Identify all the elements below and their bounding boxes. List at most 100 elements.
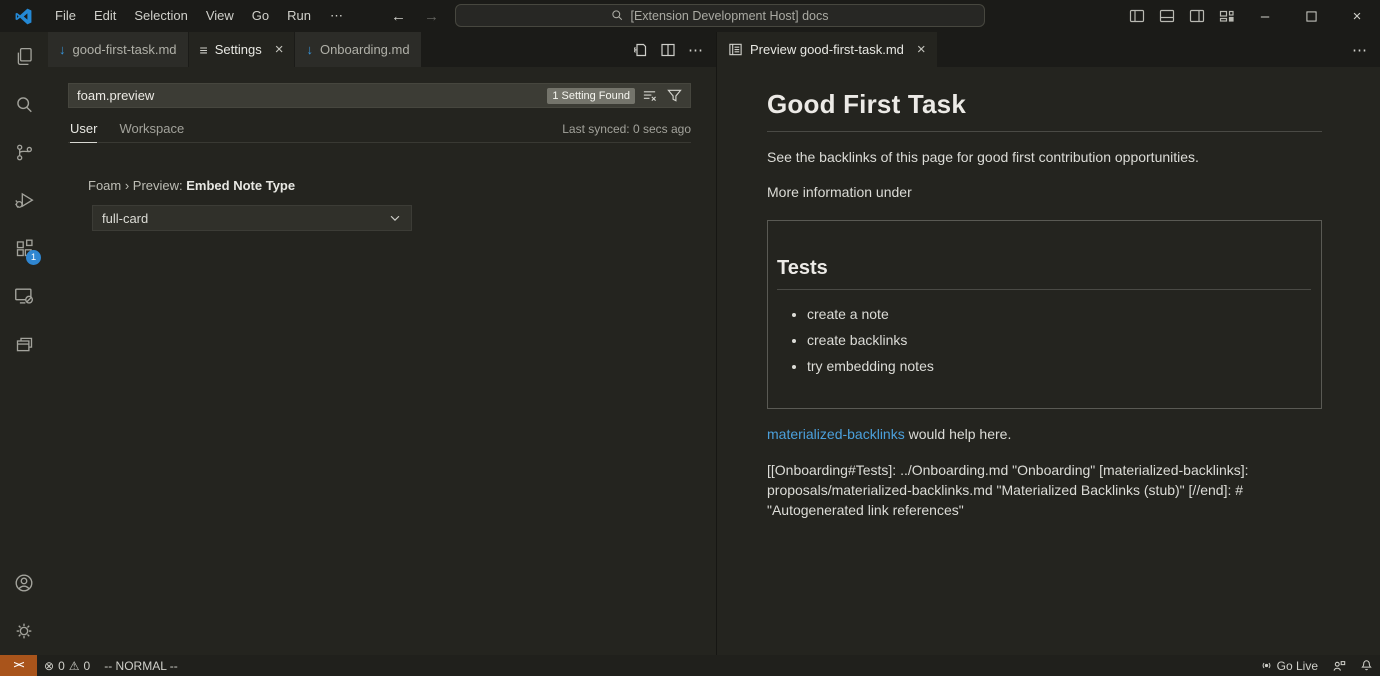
menu-selection[interactable]: Selection: [125, 5, 196, 27]
materialized-backlinks-link[interactable]: materialized-backlinks: [767, 426, 905, 442]
clear-settings-search-icon[interactable]: [639, 85, 660, 106]
filter-settings-icon[interactable]: [664, 85, 685, 106]
tab-onboarding[interactable]: ↓ Onboarding.md: [295, 32, 421, 67]
menu-run[interactable]: Run: [278, 5, 320, 27]
editor-group-preview: Preview good-first-task.md × ⋯ Good Firs…: [716, 32, 1380, 655]
split-editor-icon[interactable]: [656, 38, 680, 62]
markdown-file-icon: ↓: [59, 42, 66, 57]
toggle-panel-icon[interactable]: [1152, 0, 1182, 32]
remote-explorer-icon[interactable]: [0, 272, 48, 320]
tab-good-first-task[interactable]: ↓ good-first-task.md: [48, 32, 189, 67]
editor-group-settings: ↓ good-first-task.md ≡ Settings × ↓ Onbo…: [48, 32, 716, 655]
extensions-badge: 1: [26, 250, 41, 265]
chevron-down-icon: [388, 211, 402, 225]
close-tab-icon[interactable]: ×: [917, 41, 926, 58]
settings-search-box[interactable]: 1 Setting Found: [68, 83, 691, 108]
error-count: 0: [58, 659, 65, 673]
backlink-tail: would help here.: [905, 426, 1012, 442]
setting-name: Embed Note Type: [186, 178, 295, 193]
explorer-icon[interactable]: [0, 32, 48, 80]
command-center-search[interactable]: [Extension Development Host] docs: [455, 4, 985, 27]
notifications-status[interactable]: [1353, 655, 1380, 676]
toggle-secondary-sidebar-icon[interactable]: [1182, 0, 1212, 32]
person-screen-icon: [1332, 659, 1346, 673]
search-view-icon[interactable]: [0, 80, 48, 128]
maximize-button[interactable]: [1288, 0, 1334, 32]
tab-label: good-first-task.md: [73, 42, 177, 57]
close-window-button[interactable]: ×: [1334, 0, 1380, 32]
vim-mode-label: -- NORMAL --: [104, 659, 178, 673]
menu-overflow-icon[interactable]: ⋯: [320, 8, 355, 24]
menu-file[interactable]: File: [46, 5, 85, 27]
menu-view[interactable]: View: [197, 5, 243, 27]
vim-mode-status[interactable]: -- NORMAL --: [97, 655, 185, 676]
last-synced-label: Last synced: 0 secs ago: [562, 122, 691, 142]
live-share-status[interactable]: [1325, 655, 1353, 676]
error-icon: ⊗: [44, 659, 54, 673]
preview-intro: See the backlinks of this page for good …: [767, 147, 1322, 167]
preview-title: Good First Task: [767, 89, 1322, 132]
setting-category: Foam › Preview:: [88, 178, 183, 193]
source-control-icon[interactable]: [0, 128, 48, 176]
manage-gear-icon[interactable]: [0, 607, 48, 655]
backlink-paragraph: materialized-backlinks would help here.: [767, 424, 1322, 444]
vscode-logo-icon: [0, 8, 46, 25]
menu-edit[interactable]: Edit: [85, 5, 125, 27]
extensions-icon[interactable]: 1: [0, 224, 48, 272]
tab-label: Preview good-first-task.md: [750, 42, 904, 57]
more-actions-icon[interactable]: ⋯: [1348, 38, 1372, 62]
setting-label: Foam › Preview: Embed Note Type: [88, 178, 691, 193]
open-settings-json-icon[interactable]: [628, 38, 652, 62]
right-tab-strip: Preview good-first-task.md × ⋯: [717, 32, 1380, 67]
activity-bar: 1: [0, 32, 48, 655]
activity-bar-spacer: [0, 368, 48, 559]
go-live-label: Go Live: [1277, 659, 1318, 673]
embed-list-item: try embedding notes: [807, 356, 1311, 376]
settings-search-input[interactable]: [77, 88, 547, 103]
menu-go[interactable]: Go: [243, 5, 278, 27]
close-tab-icon[interactable]: ×: [275, 41, 284, 58]
more-actions-icon[interactable]: ⋯: [684, 38, 708, 62]
tab-preview-good-first-task[interactable]: Preview good-first-task.md ×: [717, 32, 938, 67]
markdown-preview-icon: [728, 42, 743, 57]
scope-tab-user[interactable]: User: [70, 121, 97, 143]
preview-more-info: More information under: [767, 182, 1322, 202]
tab-label: Onboarding.md: [320, 42, 410, 57]
customize-layout-icon[interactable]: [1212, 0, 1242, 32]
status-bar: >< ⊗ 0 ⚠ 0 -- NORMAL -- Go Live: [0, 655, 1380, 676]
embed-list-item: create backlinks: [807, 330, 1311, 350]
navigate-forward-icon: →: [424, 8, 439, 25]
settings-scope-tabs: User Workspace Last synced: 0 secs ago: [68, 121, 691, 143]
tab-label: Settings: [215, 42, 262, 57]
go-live-button[interactable]: Go Live: [1253, 655, 1325, 676]
warning-icon: ⚠: [69, 659, 80, 673]
link-references-paragraph: [[Onboarding#Tests]: ../Onboarding.md "O…: [767, 460, 1322, 521]
settings-tab-icon: ≡: [200, 42, 208, 58]
minimize-button[interactable]: –: [1242, 0, 1288, 32]
toggle-primary-sidebar-icon[interactable]: [1122, 0, 1152, 32]
left-tab-strip: ↓ good-first-task.md ≡ Settings × ↓ Onbo…: [48, 32, 716, 67]
tab-settings[interactable]: ≡ Settings ×: [189, 32, 296, 67]
navigate-back-icon[interactable]: ←: [391, 8, 406, 25]
scope-tab-workspace[interactable]: Workspace: [119, 121, 184, 142]
run-debug-icon[interactable]: [0, 176, 48, 224]
windows-view-icon[interactable]: [0, 320, 48, 368]
embedded-note-card: Tests create a note create backlinks try…: [767, 220, 1322, 410]
settings-result-count-badge: 1 Setting Found: [547, 88, 635, 104]
bell-icon: [1360, 659, 1373, 672]
accounts-icon[interactable]: [0, 559, 48, 607]
embed-note-type-dropdown[interactable]: full-card: [92, 205, 412, 231]
markdown-preview: Good First Task See the backlinks of thi…: [717, 67, 1380, 655]
remote-indicator[interactable]: ><: [0, 655, 37, 676]
embed-title: Tests: [777, 257, 1311, 290]
workbench: 1 ↓ good-first-task.md: [0, 32, 1380, 655]
embed-list: create a note create backlinks try embed…: [807, 304, 1311, 377]
command-center-label: [Extension Development Host] docs: [630, 9, 828, 23]
vscode-window: File Edit Selection View Go Run ⋯ ← → [E…: [0, 0, 1380, 676]
dropdown-value: full-card: [102, 211, 148, 226]
markdown-file-icon: ↓: [306, 42, 313, 57]
setting-foam-preview-embed-note-type: Foam › Preview: Embed Note Type full-car…: [88, 178, 691, 231]
search-icon: [611, 9, 624, 22]
settings-editor: 1 Setting Found User Workspace Last sync…: [48, 67, 716, 655]
problems-status[interactable]: ⊗ 0 ⚠ 0: [37, 655, 97, 676]
